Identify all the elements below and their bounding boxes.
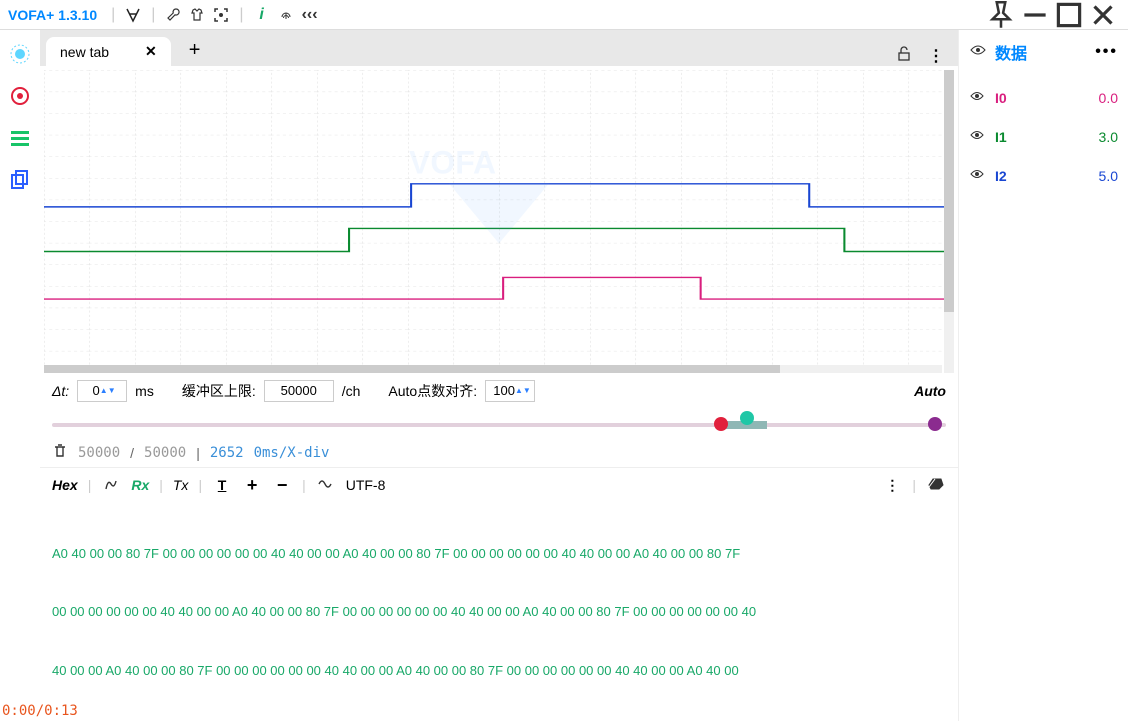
slider-handle-purple[interactable] [928, 417, 942, 431]
buffer-unit: /ch [342, 383, 361, 399]
plus-icon[interactable]: + [242, 475, 262, 496]
encoding-label[interactable]: UTF-8 [346, 477, 386, 493]
buffer-label: 缓冲区上限: [182, 381, 256, 401]
tab-close-icon[interactable]: ✕ [145, 43, 157, 60]
hex-line: 00 00 00 00 00 00 40 40 00 00 A0 40 00 0… [52, 602, 946, 622]
right-panel: 数据 ••• I0 0.0 I1 3.0 I2 5.0 [958, 30, 1128, 721]
eye-icon[interactable] [969, 166, 985, 185]
hex-line: 40 00 00 A0 40 00 00 80 7F 00 00 00 00 0… [52, 661, 946, 681]
channel-value: 3.0 [1099, 129, 1118, 145]
pin-icon[interactable] [984, 3, 1018, 27]
plot-controls: Δt: 0▲▼ ms 缓冲区上限: 50000 /ch Auto点数对齐: 10… [40, 373, 958, 409]
slider-handle-red[interactable] [714, 417, 728, 431]
tab-new[interactable]: new tab ✕ [46, 37, 171, 66]
stat-d: 0ms/X-div [254, 445, 330, 461]
stat-b: 50000 [144, 445, 186, 461]
eye-icon[interactable] [969, 127, 985, 146]
stat-c: 2652 [210, 445, 244, 461]
tab-bar: new tab ✕ + ⋮ [40, 30, 958, 66]
slider-handle-teal[interactable] [740, 411, 754, 425]
dt-input[interactable]: 0▲▼ [77, 380, 127, 402]
copy-icon[interactable] [8, 168, 32, 192]
hex-toolbar: Hex | Rx | Tx | T + − | UTF-8 ⋮ | [40, 467, 958, 503]
collapse-left-icon[interactable]: ‹‹‹ [298, 3, 322, 27]
signal-live-icon[interactable] [8, 42, 32, 66]
fingerprint-icon[interactable] [274, 3, 298, 27]
auto-mode-label[interactable]: Auto [914, 383, 946, 399]
dt-label: Δt: [52, 383, 69, 399]
plot-scrollbar-horizontal[interactable] [44, 365, 942, 373]
curve-icon[interactable] [101, 477, 121, 494]
channel-value: 5.0 [1099, 168, 1118, 184]
auto-align-input[interactable]: 100▲▼ [485, 380, 535, 402]
app-title: VOFA+ 1.3.10 [8, 7, 97, 23]
rx-label[interactable]: Rx [131, 477, 149, 493]
dt-unit: ms [135, 383, 154, 399]
more-icon[interactable]: ⋮ [928, 46, 944, 66]
tab-label: new tab [60, 44, 109, 60]
close-button[interactable] [1086, 3, 1120, 27]
svg-text:VOFA: VOFA [409, 145, 496, 181]
trash-icon[interactable] [52, 443, 68, 462]
channel-name: I2 [995, 168, 1025, 184]
maximize-button[interactable] [1052, 3, 1086, 27]
channel-name: I1 [995, 129, 1025, 145]
plot-scrollbar-vertical[interactable] [944, 70, 954, 373]
hex-line: A0 40 00 00 80 7F 00 00 00 00 00 00 40 4… [52, 544, 946, 564]
focus-icon[interactable] [209, 3, 233, 27]
wrench-icon[interactable] [161, 3, 185, 27]
channel-row-i1[interactable]: I1 3.0 [969, 127, 1118, 146]
minus-icon[interactable]: − [272, 475, 292, 496]
watermark-icon: VOFA [409, 144, 589, 269]
tx-label[interactable]: Tx [173, 477, 189, 493]
stat-a: 50000 [78, 445, 120, 461]
tab-add-button[interactable]: + [181, 35, 209, 66]
auto-align-label: Auto点数对齐: [388, 381, 477, 401]
time-slider[interactable] [52, 409, 946, 439]
timer-display: 0:00/0:13 [2, 703, 78, 719]
info-icon[interactable]: i [250, 3, 274, 27]
unlock-icon[interactable] [896, 45, 912, 66]
title-bar: VOFA+ 1.3.10 | | | i ‹‹‹ [0, 0, 1128, 30]
panel-more-icon[interactable]: ••• [1095, 43, 1118, 61]
left-sidebar [0, 30, 40, 721]
record-icon[interactable] [8, 84, 32, 108]
channel-value: 0.0 [1099, 90, 1118, 106]
plot-area[interactable]: VOFA [44, 70, 954, 373]
hex-more-icon[interactable]: ⋮ [882, 477, 902, 494]
shirt-icon[interactable] [185, 3, 209, 27]
eye-icon[interactable] [969, 88, 985, 107]
buffer-input[interactable]: 50000 [264, 380, 334, 402]
eraser-icon[interactable] [926, 477, 946, 494]
vofa-logo-icon[interactable] [121, 3, 145, 27]
channel-row-i0[interactable]: I0 0.0 [969, 88, 1118, 107]
minimize-button[interactable] [1018, 3, 1052, 27]
hex-dump[interactable]: A0 40 00 00 80 7F 00 00 00 00 00 00 40 4… [40, 503, 958, 721]
stats-row: 50000 / 50000 | 2652 0ms/X-div [40, 439, 958, 467]
panel-title: 数据 [995, 40, 1087, 64]
wave-icon[interactable] [316, 477, 336, 494]
panel-eye-icon[interactable] [969, 41, 987, 64]
channel-row-i2[interactable]: I2 5.0 [969, 166, 1118, 185]
menu-icon[interactable] [8, 126, 32, 150]
channel-name: I0 [995, 90, 1025, 106]
text-format-icon[interactable]: T [212, 477, 232, 493]
hex-mode-label[interactable]: Hex [52, 477, 78, 493]
